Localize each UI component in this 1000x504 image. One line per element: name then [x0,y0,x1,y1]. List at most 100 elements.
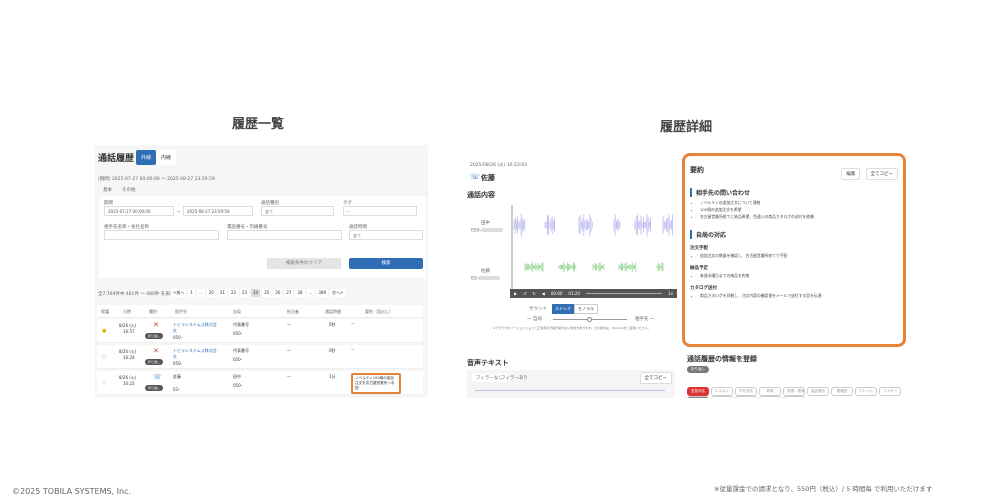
speed[interactable]: 1x [668,291,677,296]
self-group-title: 納品予定 [690,266,708,271]
end-date-input[interactable]: 2025-08-27 23:59:59 [183,206,253,216]
start-date-input[interactable]: 2025-07-27 00:00:00 [104,206,174,216]
self-tel: 050- [233,383,243,388]
pagination: <前へ 1... 20 21 22 23 24 25 26 27 28... 389 次へ> [171,289,346,297]
page-link[interactable]: <前へ [171,289,187,297]
summary-item: 来週水曜日までの納品を約束 [700,273,898,279]
play-icon[interactable]: ▶ [514,291,517,296]
table-row[interactable]: ● 8/26 (火) 10:57 ✕ 折り返し トビラシステムズ株式会社 050- 代表番号 0… [97,319,423,343]
tab-internal[interactable]: 内線 [156,150,177,165]
page-link[interactable]: 20 [206,289,216,297]
self-name: 代表番号 [233,322,249,327]
edit-button[interactable]: 編集 [841,168,861,180]
search-button[interactable]: 検索 [349,258,423,269]
page-link[interactable]: 23 [240,289,250,297]
page-link[interactable]: 24 [251,289,261,297]
page-link[interactable]: 21 [217,289,227,297]
summary-copy-button[interactable]: 全てコピー [865,168,898,180]
tab-with-filler[interactable]: フィラーあり [501,375,528,381]
page-link[interactable]: 28 [295,289,305,297]
partner-name[interactable]: 佐藤 [173,374,217,380]
unlock-icon[interactable]: ○ [102,354,106,360]
detail-section-title: 履歴詳細 [660,120,713,135]
waveform[interactable] [511,205,677,289]
current-time: 00:00 [550,291,563,296]
page-link[interactable]: 25 [262,289,272,297]
page-link[interactable]: 389 [316,289,329,297]
summary-item: 100個の追加注文を希望 [700,207,898,213]
name-input[interactable] [104,230,219,240]
column-header: 種別 [149,309,157,314]
speaker-2-name: 佐藤 [481,269,490,274]
staff: — [287,322,291,327]
summary-headline: — [351,347,355,351]
seek-bar[interactable] [585,293,663,294]
self-group-items: 商品カタログを同梱し、注文内容の確認書をメールで送付する旨を伝達 [690,293,898,299]
partner-heading: 相手先の問い合わせ [690,188,898,197]
lock-icon[interactable]: ● [102,328,106,334]
voice-copy-button[interactable]: 全てコピー [639,372,672,384]
tag[interactable]: 保留 [735,396,757,398]
page-link[interactable]: ... [196,289,205,297]
row-time: 10:57 [123,329,135,334]
self-group-items: 追加注文の数量を確認し、名古屋営業所宛てで手配 [690,253,898,259]
unlock-icon[interactable]: ○ [102,380,106,386]
self-group-items: 来週水曜日までの納品を約束 [690,273,898,279]
tag[interactable]: 対象外案件 [783,396,805,398]
summary-item: 追加注文の数量を確認し、名古屋営業所宛てで手配 [700,253,898,259]
callback-badge[interactable]: 折り返し [145,333,164,339]
partner-name[interactable]: トビラシステムズ株式会社 [173,348,217,360]
tab-external[interactable]: 外線 [136,150,157,165]
sound-mono[interactable]: モノラル [574,304,598,314]
caller-name: 佐藤 [481,174,495,182]
table-row[interactable]: ○ 8/26 (火) 10:23 ☏ 折り返し 佐藤 03- 田中 050- —1分 ノベルティ10… [97,371,423,395]
search-tab-other[interactable]: その他 [122,187,136,193]
speaker-1-name: 田中 [481,221,490,226]
summary-item: ノベルティの追加注文について連絡 [700,200,898,206]
sound-stereo[interactable]: ステレオ [552,304,574,314]
call-type-select[interactable]: 全て [261,206,334,216]
rewind-icon[interactable]: ↺ [523,291,526,296]
audio-player[interactable]: ▶ ↺ ↻ ◀ 00:00 01:20 1x [510,289,677,298]
call-datetime: 2025/08/26 (火) 10:23:03 [470,163,528,168]
partner-name[interactable]: トビラシステムズ株式会社 [173,322,217,334]
table-row[interactable]: ○ 8/26 (火) 10:24 ✕ 折り返し トビラシステムズ株式会社 050- 代表番号 0… [97,345,423,369]
page-link[interactable]: 次へ> [330,289,346,297]
copyright: ©2025 TOBILA SYSTEMS, Inc. [12,487,132,496]
page-link[interactable]: ... [306,289,315,297]
history-list-panel: 通話履歴 外線 内線 (期間) 2025-07-27 00:00:00 〜 20… [95,145,428,398]
phone-input[interactable] [227,230,342,240]
sound-label: サウンド [529,307,547,312]
column-header: 通話時間 [325,309,341,314]
page-link[interactable]: 1 [188,289,195,297]
page-link[interactable]: 26 [273,289,283,297]
callback-badge[interactable]: 折り返し [145,385,164,391]
tag[interactable]: フォロー [879,387,901,396]
forward-icon[interactable]: ↻ [532,291,535,296]
callback-badge[interactable]: 折り返し [145,359,164,365]
audio-progress [475,390,665,391]
tag[interactable]: 対応中 [711,396,733,398]
volume-icon[interactable]: ◀ [542,291,545,296]
summary-card: 要約 編集 全てコピー 相手先の問い合わせ ノベルティの追加注文について連絡10… [682,153,906,347]
tag[interactable]: 製品問合 [807,387,829,396]
tag-select[interactable]: -- [343,206,417,216]
clear-button[interactable]: 検索条件のクリア [267,258,341,269]
search-tab-basic[interactable]: 基本 [103,187,112,193]
partner-items: ノベルティの追加注文について連絡100個の追加注文を希望名古屋営業所宛てに納品希… [690,200,898,220]
balance-slider[interactable] [553,317,627,322]
history-table: 保護 日時 種別 相手先 自局 担当者 通話時間 要約（見出し） ● 8/26 (火) 10:57… [95,305,428,398]
page-link[interactable]: 22 [228,289,239,297]
duration-select[interactable]: 全て [349,230,423,240]
column-header: 担当者 [287,309,299,314]
tag[interactable]: 要確認 [831,387,853,396]
page-link[interactable]: 27 [284,289,294,297]
tag[interactable]: クレーム [855,387,877,396]
slider-handle[interactable] [587,317,592,322]
self-tel: 050- [233,357,243,362]
tag[interactable]: 対応済 [687,396,709,398]
voice-text-area: フィラーなし フィラーあり 全てコピー [467,370,675,398]
incoming-call-icon: ☏ [153,373,162,381]
self-heading: 自局の対応 [690,230,898,239]
tag[interactable]: 完了 [759,396,781,398]
